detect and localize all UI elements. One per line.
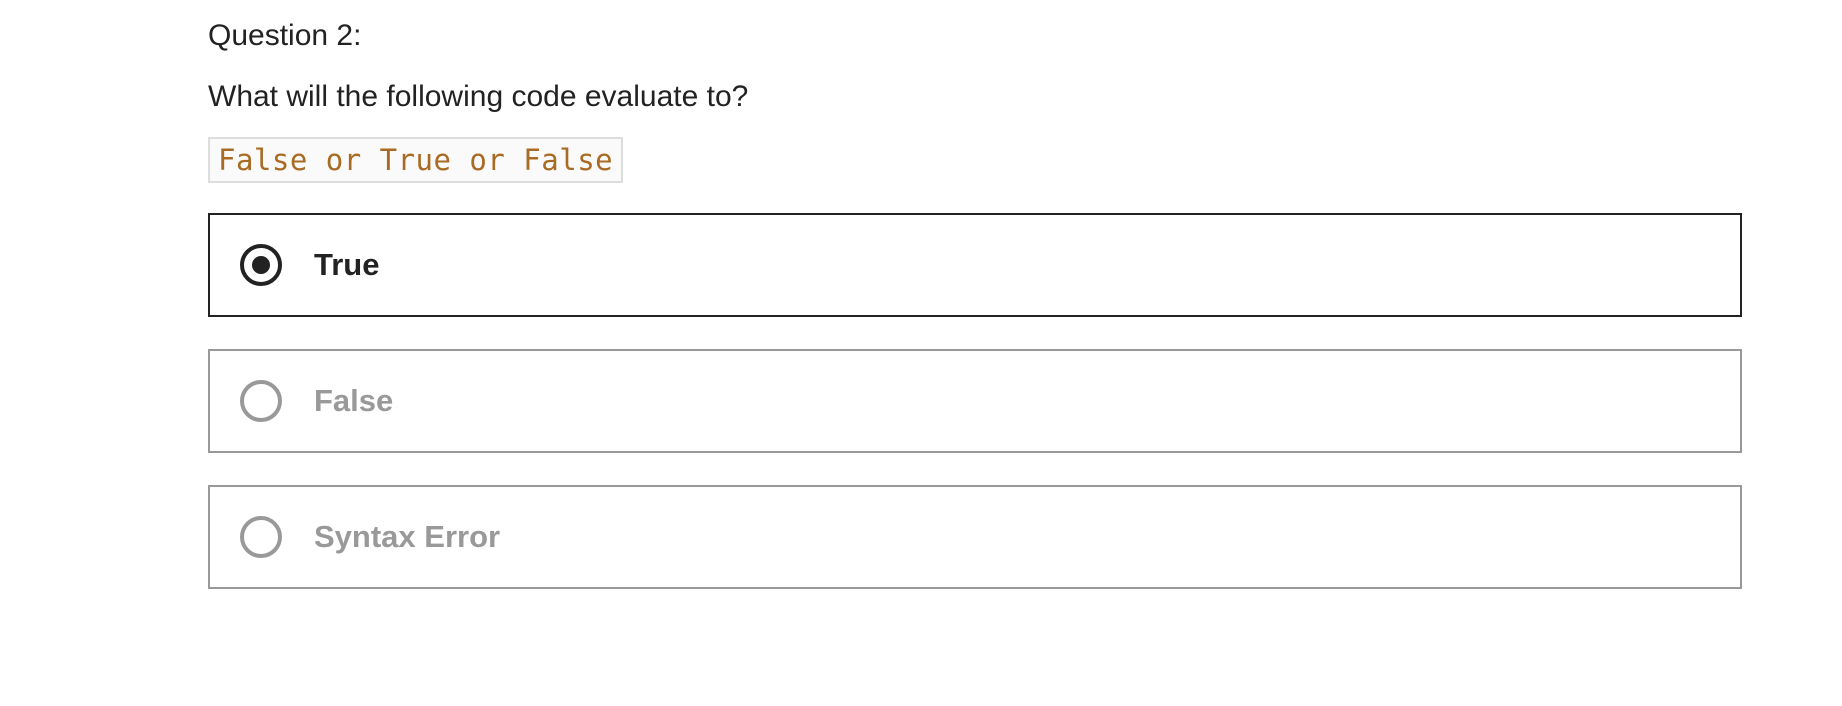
answer-options: True False Syntax Error bbox=[208, 213, 1742, 589]
option-label: False bbox=[314, 383, 394, 418]
question-number: Question 2: bbox=[208, 19, 362, 52]
quiz-question: Question 2: What will the following code… bbox=[208, 16, 1742, 621]
radio-unchecked-icon[interactable] bbox=[240, 380, 282, 422]
option-syntax-error[interactable]: Syntax Error bbox=[208, 485, 1742, 589]
radio-unchecked-icon[interactable] bbox=[240, 516, 282, 558]
option-true[interactable]: True bbox=[208, 213, 1742, 317]
option-false[interactable]: False bbox=[208, 349, 1742, 453]
option-label: True bbox=[314, 247, 380, 282]
radio-checked-icon[interactable] bbox=[240, 244, 282, 286]
question-prompt: What will the following code evaluate to… bbox=[208, 80, 749, 113]
option-label: Syntax Error bbox=[314, 519, 501, 554]
code-snippet: False or True or False bbox=[208, 137, 624, 183]
radio-dot bbox=[252, 256, 270, 274]
